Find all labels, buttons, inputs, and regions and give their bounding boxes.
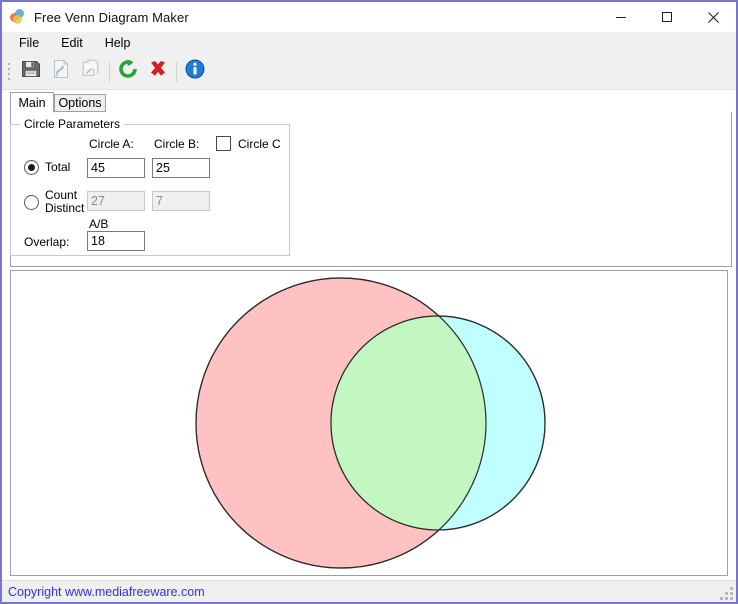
title-bar: Free Venn Diagram Maker (2, 2, 736, 32)
delete-button[interactable] (143, 57, 173, 87)
window-title: Free Venn Diagram Maker (34, 9, 189, 25)
copyright-status-text[interactable]: Copyright www.mediafreeware.com (8, 585, 205, 599)
tab-strip: Main Options (10, 92, 732, 113)
toolbar-separator (176, 61, 177, 82)
circle-c-label: Circle C (238, 136, 281, 151)
menu-bar: File Edit Help (2, 32, 736, 54)
resize-grip-icon[interactable] (717, 584, 733, 600)
total-radio[interactable] (24, 160, 39, 175)
count-distinct-circle-a-input[interactable] (87, 191, 145, 211)
document-edit-icon (50, 58, 72, 85)
venn-circles-icon (10, 9, 26, 25)
menu-item-edit[interactable]: Edit (50, 34, 94, 52)
application-window: Free Venn Diagram Maker File Edit Help M… (0, 0, 738, 604)
edit-button[interactable] (46, 57, 76, 87)
total-circle-a-input[interactable] (87, 158, 145, 178)
about-button[interactable] (180, 57, 210, 87)
save-button[interactable] (16, 57, 46, 87)
count-distinct-radio[interactable] (24, 194, 39, 210)
menu-item-help[interactable]: Help (94, 34, 142, 52)
blue-info-icon (184, 58, 206, 85)
circle-c-checkbox-row[interactable]: Circle C (216, 136, 281, 151)
maximize-button[interactable] (644, 2, 690, 32)
total-circle-b-input[interactable] (152, 158, 210, 178)
venn-diagram-canvas[interactable] (10, 270, 728, 576)
count-distinct-radio-row[interactable]: Count Distinct (24, 189, 84, 215)
total-label: Total (45, 160, 71, 174)
toolbar (2, 54, 736, 90)
count-distinct-circle-b-input[interactable] (152, 191, 210, 211)
circle-parameters-title: Circle Parameters (20, 118, 125, 130)
red-x-icon (147, 58, 169, 85)
total-radio-row[interactable]: Total (24, 160, 70, 175)
venn-diagram-svg (195, 277, 546, 569)
circle-b-header: Circle B: (154, 137, 200, 151)
new-button[interactable] (76, 57, 106, 87)
overlap-label: Overlap: (24, 235, 70, 249)
status-bar: Copyright www.mediafreeware.com (2, 580, 736, 602)
floppy-disk-icon (20, 58, 42, 85)
close-button[interactable] (690, 2, 736, 32)
count-distinct-label: Count Distinct (45, 188, 85, 215)
new-page-icon (80, 58, 102, 85)
toolbar-separator (109, 61, 110, 82)
overlap-ab-header: A/B (89, 217, 109, 231)
refresh-button[interactable] (113, 57, 143, 87)
overlap-ab-input[interactable] (87, 231, 145, 251)
green-refresh-icon (117, 58, 139, 85)
circle-a-header: Circle A: (89, 137, 134, 151)
tab-options[interactable]: Options (54, 94, 106, 112)
circle-c-checkbox[interactable] (216, 136, 231, 151)
window-controls (598, 2, 736, 32)
tab-main[interactable]: Main (10, 92, 54, 113)
toolbar-grip-icon (5, 61, 13, 83)
minimize-button[interactable] (598, 2, 644, 32)
menu-item-file[interactable]: File (8, 34, 50, 52)
